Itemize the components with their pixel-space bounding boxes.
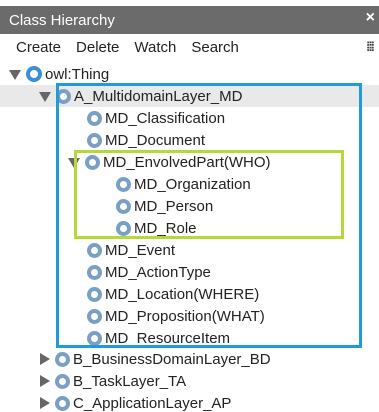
envolved-part-highlight-box (74, 150, 344, 239)
tree-node-label: C_ApplicationLayer_AP (73, 394, 232, 412)
panel-title: Class Hierarchy (9, 11, 115, 29)
tree-node-c-application-layer[interactable]: C_ApplicationLayer_AP (38, 392, 231, 412)
close-icon[interactable]: × (366, 9, 375, 27)
panel-title-bar: Class Hierarchy × (0, 6, 379, 34)
expand-arrow-icon[interactable] (38, 374, 50, 388)
delete-button[interactable]: Delete (76, 39, 119, 56)
toolbar: Create Delete Watch Search ⁞⁞⁞ (0, 34, 379, 60)
tree-node-b-business-domain-layer[interactable]: B_BusinessDomainLayer_BD (38, 348, 271, 370)
tree-node-owl-thing[interactable]: owl:Thing (9, 63, 109, 85)
settings-sliders-icon[interactable]: ⁞⁞⁞ (366, 39, 375, 54)
class-icon (55, 395, 70, 411)
tree-node-label: owl:Thing (45, 65, 110, 83)
expand-arrow-icon[interactable] (38, 396, 50, 410)
expand-arrow-icon[interactable] (38, 352, 50, 366)
watch-button[interactable]: Watch (134, 39, 176, 56)
search-button[interactable]: Search (191, 39, 239, 56)
class-icon (55, 351, 70, 367)
collapse-arrow-icon[interactable] (9, 67, 21, 81)
tree-node-b-task-layer[interactable]: B_TaskLayer_TA (38, 370, 186, 392)
class-icon (55, 373, 70, 389)
tree-node-label: B_TaskLayer_TA (73, 372, 187, 390)
collapse-arrow-icon[interactable] (39, 89, 51, 103)
class-icon (26, 66, 42, 82)
tree-node-label: B_BusinessDomainLayer_BD (73, 350, 271, 368)
create-button[interactable]: Create (16, 39, 61, 56)
